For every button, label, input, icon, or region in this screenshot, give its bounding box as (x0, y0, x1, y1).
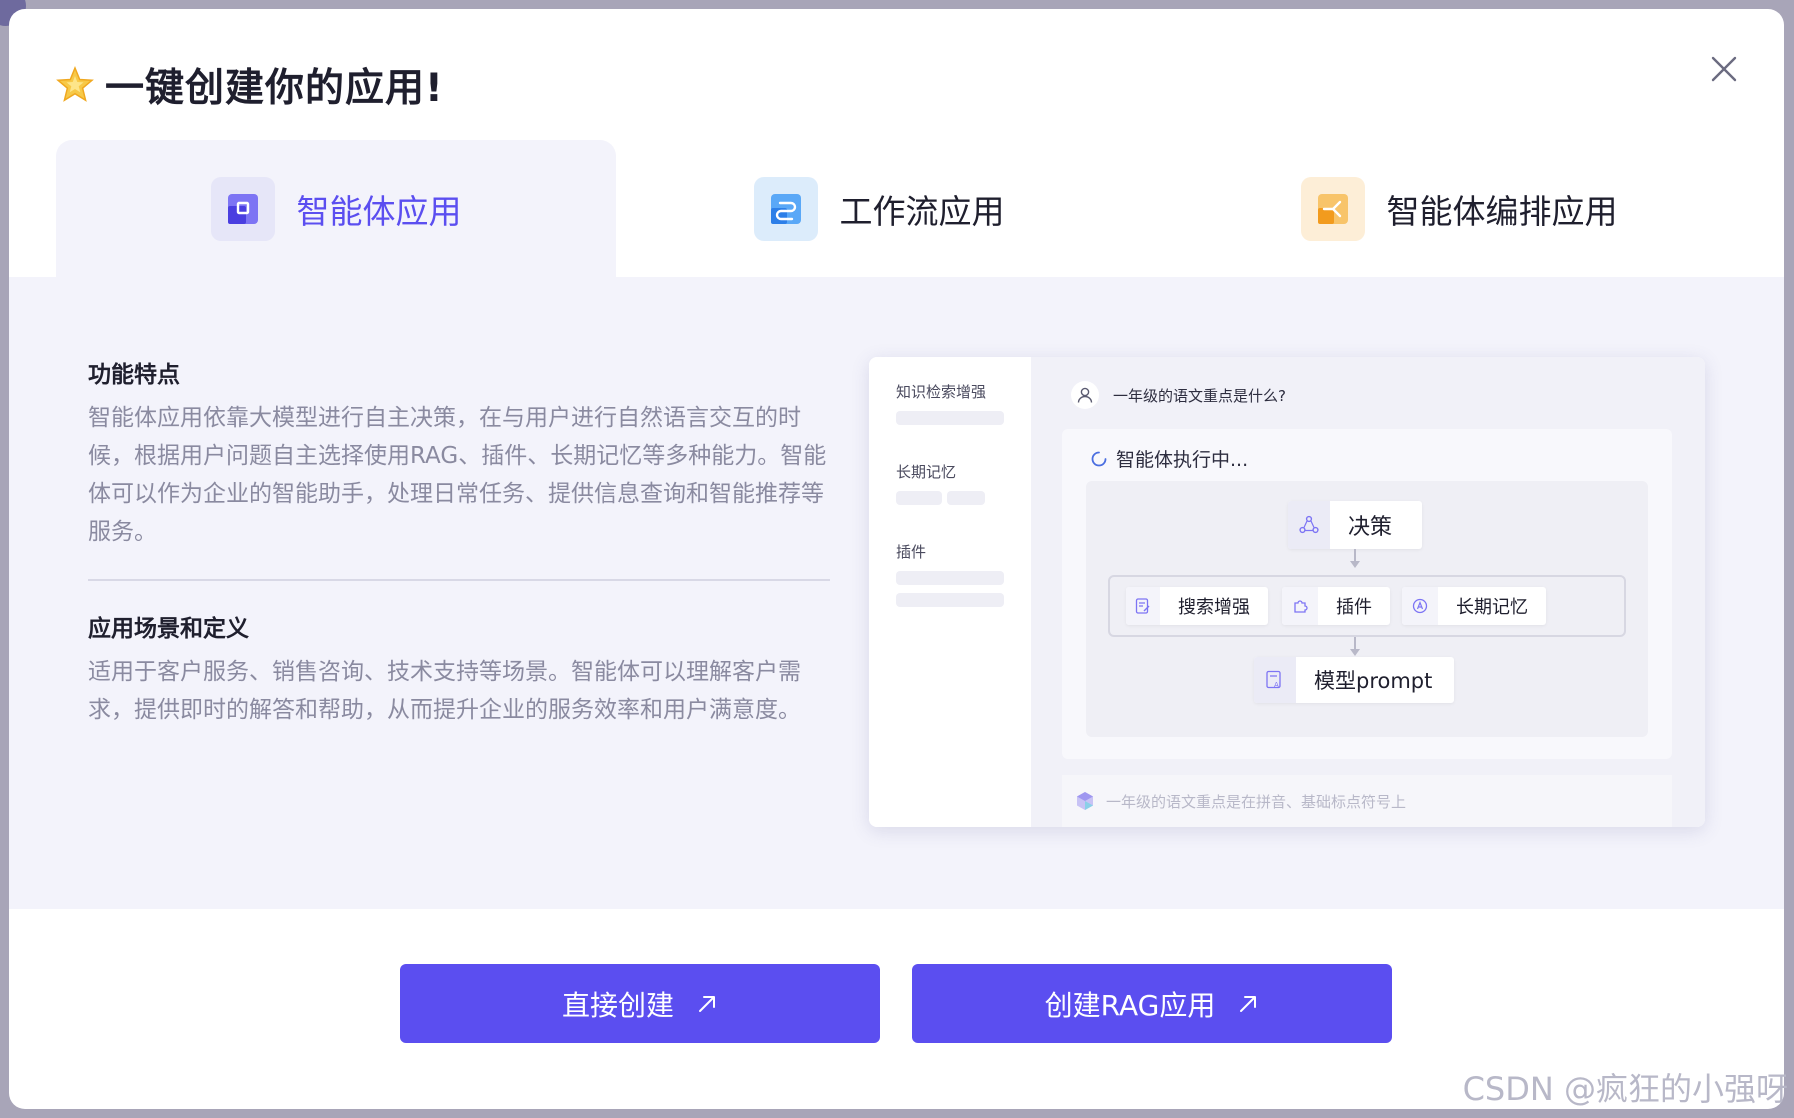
user-icon (1071, 381, 1099, 409)
tab-content-panel: 功能特点 智能体应用依靠大模型进行自主决策，在与用户进行自然语言交互的时候，根据… (9, 277, 1784, 909)
create-app-dialog: 一键创建你的应用! 智能体应用 工作流应用 智能体编排应用 功能特点 智能体应用… (9, 9, 1784, 1109)
search-enhance-icon (1126, 587, 1160, 625)
flow-arrow-head (1350, 649, 1360, 656)
preview-side-label: 知识检索增强 (896, 383, 987, 401)
tab-agent-orchestration-label: 智能体编排应用 (1386, 192, 1618, 231)
plugin-icon (1282, 587, 1318, 625)
model-prompt-icon: AI (1254, 657, 1296, 703)
close-icon[interactable] (1706, 51, 1742, 87)
tab-workflow-app[interactable]: 工作流应用 (629, 140, 1129, 278)
app-type-tabs: 智能体应用 工作流应用 智能体编排应用 (9, 140, 1784, 278)
memory-label: 长期记忆 (1456, 597, 1528, 618)
description-column: 功能特点 智能体应用依靠大模型进行自主决策，在与用户进行自然语言交互的时候，根据… (88, 355, 830, 729)
search-label: 搜索增强 (1178, 597, 1250, 618)
assistant-logo-icon (1077, 792, 1093, 810)
plugin-node: 插件 (1282, 587, 1390, 625)
features-text: 智能体应用依靠大模型进行自主决策，在与用户进行自然语言交互的时候，根据用户问题自… (88, 405, 827, 545)
tool-node-group: 搜索增强 插件 长期记忆 (1108, 575, 1626, 637)
answer-text: 一年级的语文重点是在拼音、基础标点符号上 (1106, 792, 1407, 811)
tab-agent-app-label: 智能体应用 (296, 192, 462, 231)
svg-text:AI: AI (1274, 681, 1281, 689)
create-rag-button[interactable]: 创建RAG应用 (912, 964, 1392, 1043)
dialog-title: 一键创建你的应用! (105, 66, 444, 111)
decision-icon (1288, 501, 1330, 549)
tab-agent-orchestration-app[interactable]: 智能体编排应用 (1159, 140, 1759, 278)
features-title: 功能特点 (88, 362, 180, 388)
question-text: 一年级的语文重点是什么? (1113, 386, 1286, 405)
preview-sidebar: 知识检索增强 长期记忆 插件 (869, 357, 1031, 827)
create-rag-label: 创建RAG应用 (1044, 988, 1216, 1022)
execution-status-text: 智能体执行中... (1116, 449, 1249, 471)
agent-orchestration-icon (1300, 177, 1365, 241)
search-node: 搜索增强 (1126, 587, 1268, 625)
prompt-label: 模型prompt (1314, 669, 1433, 693)
plugin-label: 插件 (1336, 597, 1372, 618)
preview-chat-area: 一年级的语文重点是什么? 智能体执行中... 决策 搜索增强 插件 长期记忆 A… (1031, 357, 1705, 827)
execution-card: 智能体执行中... 决策 搜索增强 插件 长期记忆 AI 模型prompt (1062, 429, 1672, 759)
create-direct-label: 直接创建 (561, 988, 674, 1022)
preview-side-label: 长期记忆 (896, 463, 957, 481)
memory-icon (1402, 587, 1438, 625)
arrow-up-right-icon (1240, 995, 1257, 1012)
decision-flow: 决策 搜索增强 插件 长期记忆 AI 模型prompt (1086, 481, 1648, 737)
skeleton-line (947, 491, 985, 505)
watermark: CSDN @疯狂的小强呀 (1462, 1070, 1788, 1108)
flow-arrow-head (1350, 561, 1360, 568)
question-row: 一年级的语文重点是什么? (1071, 381, 1286, 409)
workflow-app-icon (753, 177, 818, 241)
skeleton-line (896, 411, 1004, 425)
skeleton-line (896, 571, 1004, 585)
section-divider (88, 579, 830, 581)
skeleton-line (896, 593, 1004, 607)
scenarios-text: 适用于客户服务、销售咨询、技术支持等场景。智能体可以理解客户需求，提供即时的解答… (88, 659, 801, 723)
memory-node: 长期记忆 (1402, 587, 1546, 625)
decision-node: 决策 (1288, 501, 1422, 549)
dialog-header: 一键创建你的应用! (55, 57, 444, 113)
tab-workflow-app-label: 工作流应用 (839, 192, 1005, 231)
agent-app-icon (210, 177, 275, 241)
star-icon (56, 66, 94, 102)
execution-status: 智能体执行中... (1090, 445, 1248, 472)
decision-label: 决策 (1348, 515, 1393, 540)
tab-agent-app[interactable]: 智能体应用 (56, 140, 616, 278)
answer-row: 一年级的语文重点是在拼音、基础标点符号上 (1062, 775, 1672, 827)
preview-side-label: 插件 (896, 543, 927, 561)
create-direct-button[interactable]: 直接创建 (400, 964, 880, 1043)
agent-preview-illustration: 知识检索增强 长期记忆 插件 一年级的语文重点是什么? 智能体执行中... 决策… (869, 357, 1705, 827)
prompt-node: AI 模型prompt (1254, 657, 1454, 703)
skeleton-line (896, 491, 942, 505)
scenarios-title: 应用场景和定义 (88, 616, 249, 642)
spinner-icon (1091, 451, 1107, 466)
arrow-up-right-icon (699, 995, 715, 1012)
